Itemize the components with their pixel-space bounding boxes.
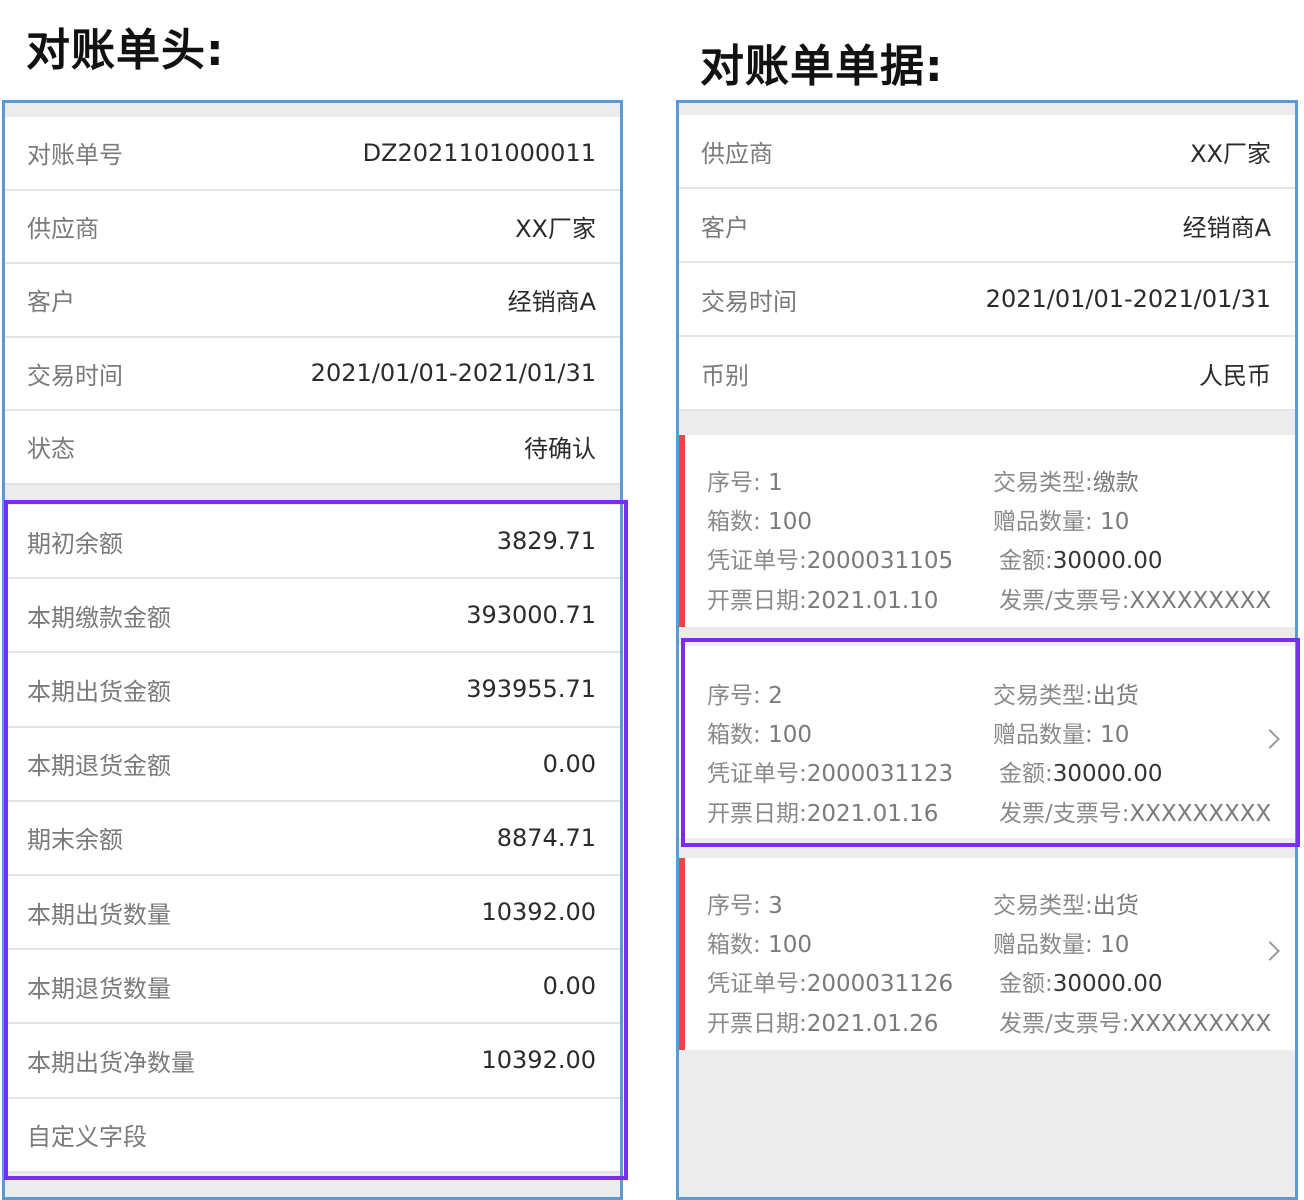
row-status: 状态 待确认 (5, 411, 620, 485)
row-supplier: 供应商 XX厂家 (5, 191, 620, 264)
trade-type-field: 交易类型:缴款 (993, 470, 1139, 496)
boxes-field: 箱数: 100 (707, 509, 812, 535)
row-trade-period: 交易时间 2021/01/01-2021/01/31 (679, 263, 1295, 337)
amount-field: 金额:30000.00 (999, 548, 1163, 574)
row-currency: 币别 人民币 (679, 337, 1295, 411)
row-trade-period: 交易时间 2021/01/01-2021/01/31 (5, 338, 620, 411)
gift-qty-field: 赠品数量: 10 (993, 722, 1130, 748)
amount-field: 金额:30000.00 (999, 761, 1163, 787)
row-opening-balance: 期初余额 3829.71 (5, 505, 620, 580)
row-value: 0.00 (542, 749, 596, 778)
invoice-no-field: 发票/支票号:XXXXXXXXX (999, 1011, 1272, 1037)
row-customer: 客户 经销商A (679, 189, 1295, 263)
row-label: 自定义字段 (27, 1123, 147, 1152)
row-value: XX厂家 (1190, 139, 1271, 168)
row-value: 0.00 (542, 972, 596, 1001)
row-supplier: 供应商 XX厂家 (679, 115, 1295, 189)
document-card[interactable]: 序号: 2 交易类型:出货 箱数: 100 赠品数量: 10 凭证单号:2000… (679, 646, 1295, 838)
chevron-right-icon[interactable] (1260, 729, 1280, 749)
row-value: 2021/01/01-2021/01/31 (310, 359, 596, 388)
row-value: 8874.71 (496, 823, 596, 852)
row-label: 本期出货净数量 (27, 1048, 195, 1077)
documents-section-title: 对账单单据: (700, 41, 944, 92)
row-label: 本期退货数量 (27, 974, 171, 1003)
statement-documents-panel: 供应商 XX厂家 客户 经销商A 交易时间 2021/01/01-2021/01… (676, 100, 1298, 1200)
row-value: 10392.00 (481, 1046, 596, 1075)
row-value: DZ2021101000011 (362, 138, 596, 167)
gift-qty-field: 赠品数量: 10 (993, 932, 1130, 958)
boxes-field: 箱数: 100 (707, 722, 812, 748)
row-label: 供应商 (701, 139, 773, 168)
row-value: 人民币 (1199, 361, 1271, 390)
row-value: 10392.00 (481, 898, 596, 927)
row-customer: 客户 经销商A (5, 264, 620, 338)
row-label: 客户 (27, 288, 75, 317)
row-value: 2021/01/01-2021/01/31 (985, 285, 1271, 313)
boxes-field: 箱数: 100 (707, 932, 812, 958)
voucher-no-field: 凭证单号:2000031123 (707, 761, 954, 787)
row-label: 交易时间 (701, 287, 797, 316)
row-return-amount: 本期退货金额 0.00 (5, 728, 620, 802)
row-label: 供应商 (27, 214, 99, 243)
row-label: 币别 (701, 361, 749, 390)
amount-summary-list: 期初余额 3829.71 本期缴款金额 393000.71 本期出货金额 393… (5, 505, 620, 1173)
row-label: 期末余额 (27, 826, 123, 855)
row-value: 经销商A (507, 288, 596, 317)
trade-type-field: 交易类型:出货 (993, 683, 1139, 709)
row-label: 本期出货金额 (27, 677, 171, 706)
seq-field: 序号: 1 (707, 470, 783, 496)
invoice-date-field: 开票日期:2021.01.16 (707, 801, 939, 827)
seq-field: 序号: 3 (707, 893, 783, 919)
row-value: XX厂家 (515, 214, 596, 243)
row-label: 对账单号 (27, 141, 123, 170)
row-value: 393000.71 (466, 601, 596, 630)
invoice-date-field: 开票日期:2021.01.26 (707, 1011, 939, 1037)
chevron-right-icon[interactable] (1260, 941, 1280, 961)
amount-field: 金额:30000.00 (999, 971, 1163, 997)
document-info-list: 供应商 XX厂家 客户 经销商A 交易时间 2021/01/01-2021/01… (679, 115, 1295, 411)
row-label: 客户 (701, 213, 749, 242)
row-net-shipment-qty: 本期出货净数量 10392.00 (5, 1024, 620, 1099)
invoice-no-field: 发票/支票号:XXXXXXXXX (999, 801, 1272, 827)
row-closing-balance: 期末余额 8874.71 (5, 802, 620, 876)
voucher-no-field: 凭证单号:2000031126 (707, 971, 954, 997)
gift-qty-field: 赠品数量: 10 (993, 509, 1130, 535)
row-label: 状态 (27, 435, 75, 464)
row-value: 经销商A (1182, 213, 1271, 242)
header-section-title: 对账单头: (26, 25, 225, 76)
row-value: 393955.71 (466, 675, 596, 704)
row-statement-no: 对账单号 DZ2021101000011 (5, 117, 620, 191)
row-value: 3829.71 (496, 527, 596, 556)
statement-header-panel: 对账单号 DZ2021101000011 供应商 XX厂家 客户 经销商A 交易… (2, 100, 623, 1200)
row-payment-amount: 本期缴款金额 393000.71 (5, 579, 620, 654)
invoice-no-field: 发票/支票号:XXXXXXXXX (999, 588, 1272, 614)
voucher-no-field: 凭证单号:2000031105 (707, 548, 954, 574)
row-return-qty: 本期退货数量 0.00 (5, 950, 620, 1025)
row-shipment-qty: 本期出货数量 10392.00 (5, 876, 620, 951)
row-label: 本期退货金额 (27, 752, 171, 781)
row-shipment-amount: 本期出货金额 393955.71 (5, 653, 620, 728)
row-label: 本期缴款金额 (27, 603, 171, 632)
row-custom-field: 自定义字段 (5, 1099, 620, 1173)
invoice-date-field: 开票日期:2021.01.10 (707, 588, 939, 614)
row-label: 交易时间 (27, 361, 123, 390)
trade-type-field: 交易类型:出货 (993, 893, 1139, 919)
seq-field: 序号: 2 (707, 683, 783, 709)
document-card[interactable]: 序号: 1 交易类型:缴款 箱数: 100 赠品数量: 10 凭证单号:2000… (679, 435, 1295, 627)
statement-info-list: 对账单号 DZ2021101000011 供应商 XX厂家 客户 经销商A 交易… (5, 117, 620, 485)
row-label: 本期出货数量 (27, 900, 171, 929)
status-badge: 待确认 (524, 435, 596, 464)
document-card[interactable]: 序号: 3 交易类型:出货 箱数: 100 赠品数量: 10 凭证单号:2000… (679, 858, 1295, 1050)
row-label: 期初余额 (27, 529, 123, 558)
